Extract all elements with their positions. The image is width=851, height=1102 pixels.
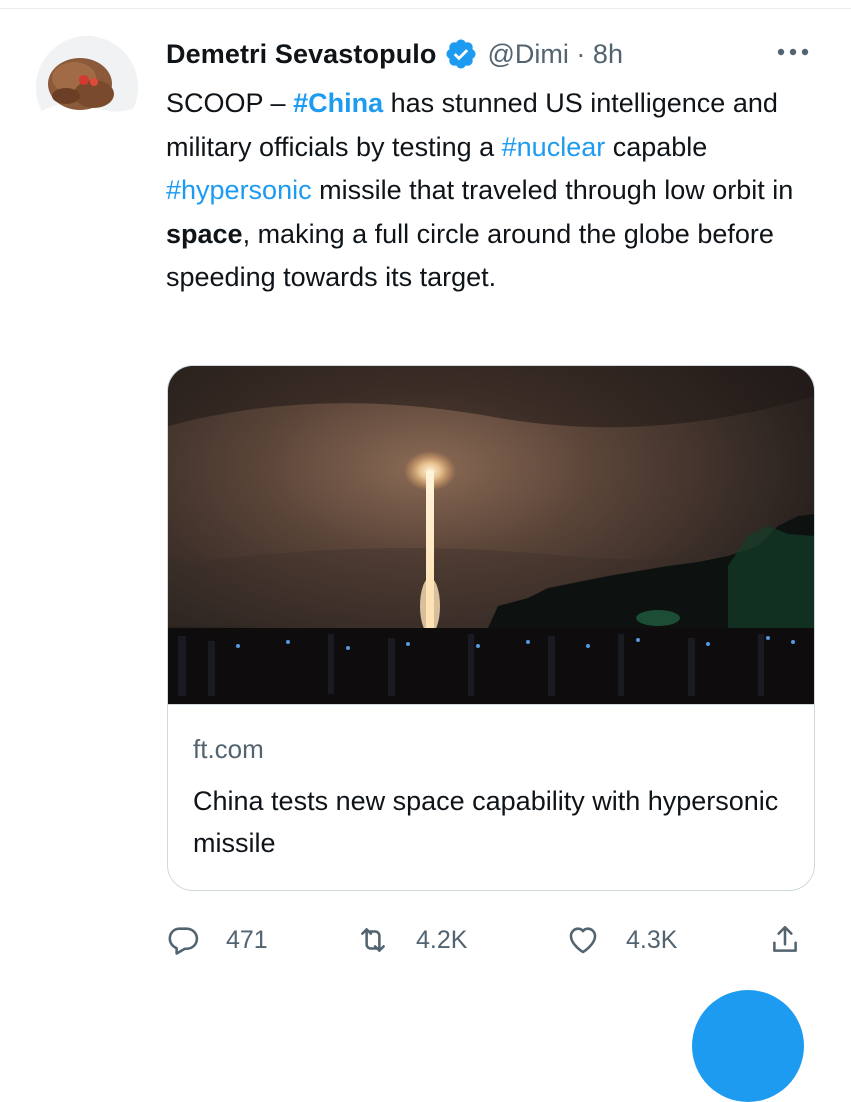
share-button[interactable] <box>768 915 802 965</box>
reply-button[interactable]: 471 <box>166 915 268 965</box>
hashtag-hypersonic[interactable]: #hypersonic <box>166 175 312 205</box>
verified-badge-icon <box>444 37 478 71</box>
hashtag-china[interactable]: #China <box>293 88 383 118</box>
retweet-icon <box>361 928 385 952</box>
tweet-text: SCOOP – #China has stunned US intelligen… <box>166 82 816 300</box>
reply-count: 471 <box>226 925 268 954</box>
text-segment: SCOOP – <box>166 88 294 118</box>
compose-button[interactable] <box>692 990 804 1102</box>
text-segment: missile that traveled through low orbit … <box>311 175 794 205</box>
more-icon[interactable] <box>773 36 813 66</box>
timestamp[interactable]: 8h <box>593 39 623 69</box>
top-divider <box>0 8 851 9</box>
avatar[interactable] <box>36 36 138 138</box>
tweet-header: Demetri Sevastopulo @Dimi · 8h <box>166 34 811 74</box>
like-count: 4.3K <box>626 925 678 954</box>
share-icon <box>773 925 797 952</box>
action-bar: 471 4.2K 4.3K <box>166 915 816 965</box>
card-divider <box>168 704 814 705</box>
text-segment: , making a full circle around the globe … <box>166 218 774 293</box>
card-domain: ft.com <box>193 734 264 764</box>
author-handle[interactable]: @Dimi · 8h <box>487 39 622 70</box>
author-name[interactable]: Demetri Sevastopulo <box>166 39 436 70</box>
heart-icon <box>569 927 597 954</box>
like-button[interactable]: 4.3K <box>566 915 677 965</box>
retweet-count: 4.2K <box>416 925 468 954</box>
link-card[interactable]: ft.com China tests new space capability … <box>167 365 815 891</box>
avatar-image <box>36 36 138 138</box>
bold-text: space <box>166 218 243 249</box>
card-image-rocket-launch <box>168 366 814 704</box>
reply-icon <box>168 927 199 955</box>
hashtag-nuclear[interactable]: #nuclear <box>502 132 606 162</box>
card-title: China tests new space capability with hy… <box>193 786 779 858</box>
retweet-button[interactable]: 4.2K <box>356 915 467 965</box>
separator: · <box>576 38 586 69</box>
text-segment: capable <box>605 131 708 162</box>
